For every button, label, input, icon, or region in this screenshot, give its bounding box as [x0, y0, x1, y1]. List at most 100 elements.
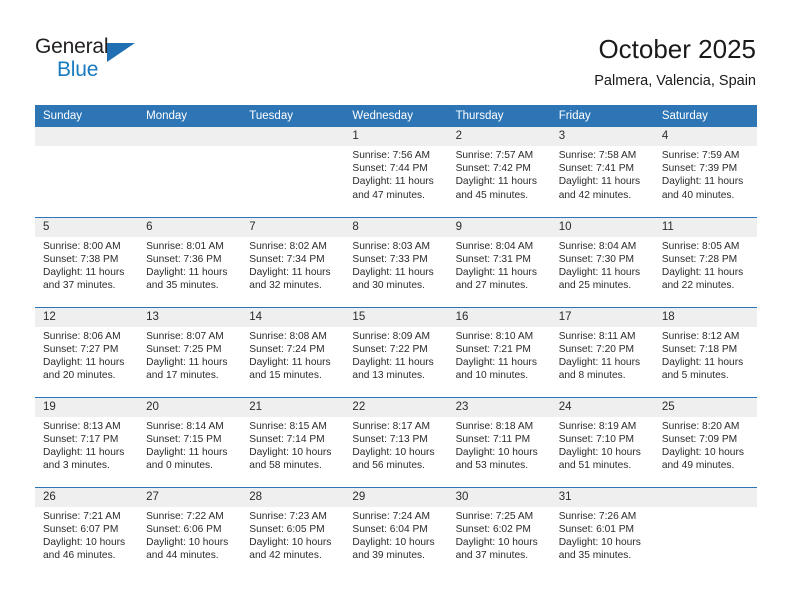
calendar-day-cell-empty [241, 127, 345, 217]
calendar-day-cell[interactable]: 29 Sunrise: 7:24 AM Sunset: 6:04 PM Dayligh… [344, 486, 448, 577]
calendar-day-cell[interactable]: 6 Sunrise: 8:01 AM Sunset: 7:36 PM Daylight… [138, 216, 242, 307]
sunset-text: Sunset: 7:22 PM [352, 343, 428, 355]
day-number: 10 [550, 217, 654, 237]
day-cell-content: 16 Sunrise: 8:10 AM Sunset: 7:21 PM Dayligh… [447, 307, 551, 397]
calendar-day-cell[interactable]: 4 Sunrise: 7:59 AM Sunset: 7:39 PM Daylight… [653, 127, 757, 217]
calendar-day-cell[interactable]: 17 Sunrise: 8:11 AM Sunset: 7:20 PM Dayligh… [550, 306, 654, 397]
weekday-header-row: Sunday Monday Tuesday Wednesday Thursday… [35, 105, 757, 127]
daylight-text-line1: Daylight: 11 hours [661, 176, 744, 188]
daylight-text-line2: and 58 minutes. [249, 460, 322, 472]
sunset-text: Sunset: 7:33 PM [352, 253, 428, 265]
day-number: 21 [241, 397, 345, 417]
calendar-day-cell[interactable]: 19 Sunrise: 8:13 AM Sunset: 7:17 PM Dayligh… [35, 396, 139, 487]
daylight-text-line1: Daylight: 11 hours [43, 446, 125, 458]
sunrise-text: Sunrise: 7:25 AM [455, 510, 534, 522]
day-number: 17 [550, 307, 654, 327]
calendar-day-cell[interactable]: 15 Sunrise: 8:09 AM Sunset: 7:22 PM Dayligh… [344, 306, 448, 397]
day-number: 16 [447, 307, 551, 327]
sunset-text: Sunset: 7:14 PM [249, 433, 325, 445]
day-cell-content: 21 Sunrise: 8:15 AM Sunset: 7:14 PM Dayligh… [241, 397, 345, 487]
brand-name-blue: Blue [57, 58, 99, 81]
calendar-day-cell[interactable]: 27 Sunrise: 7:22 AM Sunset: 6:06 PM Dayligh… [138, 486, 242, 577]
daylight-text-line2: and 37 minutes. [43, 280, 116, 292]
daylight-text-line1: Daylight: 10 hours [249, 446, 332, 458]
calendar-week-row: 26 Sunrise: 7:21 AM Sunset: 6:07 PM Dayligh… [35, 486, 757, 578]
daylight-text-line2: and 13 minutes. [352, 370, 425, 382]
day-number: 30 [447, 487, 551, 507]
sunrise-text: Sunrise: 8:12 AM [661, 330, 740, 342]
day-details: Sunrise: 7:25 AM Sunset: 6:02 PM Daylight:… [448, 507, 551, 563]
calendar-day-cell[interactable]: 21 Sunrise: 8:15 AM Sunset: 7:14 PM Dayligh… [241, 396, 345, 487]
day-number: 15 [344, 307, 448, 327]
sunset-text: Sunset: 7:21 PM [455, 343, 531, 355]
page-header: General Blue October 2025 Palmera, Valen… [0, 0, 792, 100]
sunrise-text: Sunrise: 8:11 AM [558, 330, 636, 342]
daylight-text-line1: Daylight: 11 hours [455, 266, 537, 278]
daylight-text-line1: Daylight: 11 hours [558, 266, 641, 278]
calendar-day-cell[interactable]: 23 Sunrise: 8:18 AM Sunset: 7:11 PM Dayligh… [447, 396, 551, 487]
sunset-text: Sunset: 7:38 PM [43, 253, 119, 265]
calendar-day-cell[interactable]: 10 Sunrise: 8:04 AM Sunset: 7:30 PM Dayligh… [550, 216, 654, 307]
sunrise-text: Sunrise: 8:15 AM [249, 420, 327, 432]
calendar-day-cell[interactable]: 24 Sunrise: 8:19 AM Sunset: 7:10 PM Dayligh… [550, 396, 654, 487]
sunrise-text: Sunrise: 8:14 AM [146, 420, 224, 432]
daylight-text-line2: and 47 minutes. [352, 189, 425, 201]
daylight-text-line1: Daylight: 10 hours [455, 446, 538, 458]
day-number: 22 [344, 397, 448, 417]
day-number: 14 [241, 307, 345, 327]
calendar-day-cell[interactable]: 3 Sunrise: 7:58 AM Sunset: 7:41 PM Daylight… [550, 127, 654, 217]
day-cell-content: 3 Sunrise: 7:58 AM Sunset: 7:41 PM Daylight… [550, 127, 654, 217]
calendar-day-cell[interactable]: 7 Sunrise: 8:02 AM Sunset: 7:34 PM Daylight… [241, 216, 345, 307]
calendar-day-cell[interactable]: 28 Sunrise: 7:23 AM Sunset: 6:05 PM Dayligh… [241, 486, 345, 577]
sunset-text: Sunset: 7:28 PM [661, 253, 738, 265]
calendar-day-cell[interactable]: 16 Sunrise: 8:10 AM Sunset: 7:21 PM Dayligh… [447, 306, 551, 397]
day-cell-content: 31 Sunrise: 7:26 AM Sunset: 6:01 PM Dayligh… [550, 487, 654, 578]
calendar-day-cell[interactable]: 14 Sunrise: 8:08 AM Sunset: 7:24 PM Dayligh… [241, 306, 345, 397]
day-details: Sunrise: 8:02 AM Sunset: 7:34 PM Daylight:… [241, 237, 344, 293]
daylight-text-line1: Daylight: 11 hours [558, 356, 641, 368]
calendar-day-cell[interactable]: 11 Sunrise: 8:05 AM Sunset: 7:28 PM Dayligh… [653, 216, 757, 307]
calendar-day-cell[interactable]: 18 Sunrise: 8:12 AM Sunset: 7:18 PM Dayligh… [653, 306, 757, 397]
daylight-text-line1: Daylight: 11 hours [455, 176, 537, 188]
day-details: Sunrise: 7:26 AM Sunset: 6:01 PM Daylight:… [551, 507, 654, 563]
daylight-text-line2: and 56 minutes. [352, 460, 425, 472]
sunset-text: Sunset: 7:17 PM [43, 433, 119, 445]
sunrise-text: Sunrise: 7:56 AM [352, 150, 431, 161]
daylight-text-line2: and 42 minutes. [558, 189, 632, 201]
daylight-text-line1: Daylight: 10 hours [455, 536, 538, 548]
calendar-day-cell[interactable]: 30 Sunrise: 7:25 AM Sunset: 6:02 PM Dayligh… [447, 486, 551, 577]
day-details: Sunrise: 7:24 AM Sunset: 6:04 PM Daylight:… [344, 507, 447, 563]
calendar-day-cell[interactable]: 20 Sunrise: 8:14 AM Sunset: 7:15 PM Dayligh… [138, 396, 242, 487]
calendar-day-cell[interactable]: 25 Sunrise: 8:20 AM Sunset: 7:09 PM Dayligh… [653, 396, 757, 487]
day-cell-content: 1 Sunrise: 7:56 AM Sunset: 7:44 PM Daylight… [344, 127, 448, 217]
calendar-day-cell[interactable]: 5 Sunrise: 8:00 AM Sunset: 7:38 PM Daylight… [35, 216, 139, 307]
calendar-day-cell[interactable]: 22 Sunrise: 8:17 AM Sunset: 7:13 PM Dayligh… [344, 396, 448, 487]
day-details: Sunrise: 8:14 AM Sunset: 7:15 PM Daylight:… [138, 417, 241, 473]
calendar-day-cell[interactable]: 9 Sunrise: 8:04 AM Sunset: 7:31 PM Daylight… [447, 216, 551, 307]
sunrise-text: Sunrise: 8:20 AM [661, 420, 740, 432]
calendar-day-cell[interactable]: 31 Sunrise: 7:26 AM Sunset: 6:01 PM Dayligh… [550, 486, 654, 578]
calendar-grid: Sunday Monday Tuesday Wednesday Thursday… [35, 105, 757, 577]
weekday-header-sunday: Sunday [35, 105, 139, 127]
day-number [35, 127, 139, 146]
day-number: 24 [550, 397, 654, 417]
sunrise-text: Sunrise: 8:05 AM [661, 240, 740, 252]
brand-logo[interactable]: General Blue [35, 36, 135, 81]
daylight-text-line2: and 20 minutes. [43, 370, 116, 382]
calendar-day-cell[interactable]: 13 Sunrise: 8:07 AM Sunset: 7:25 PM Dayligh… [138, 306, 242, 397]
calendar-day-cell[interactable]: 1 Sunrise: 7:56 AM Sunset: 7:44 PM Daylight… [344, 127, 448, 217]
day-details: Sunrise: 8:04 AM Sunset: 7:31 PM Daylight:… [448, 237, 551, 293]
sunrise-text: Sunrise: 7:58 AM [558, 150, 637, 161]
sunrise-text: Sunrise: 7:26 AM [558, 510, 637, 522]
day-details: Sunrise: 8:11 AM Sunset: 7:20 PM Daylight:… [551, 327, 654, 383]
daylight-text-line1: Daylight: 11 hours [249, 266, 331, 278]
sunrise-text: Sunrise: 7:23 AM [249, 510, 327, 522]
sunrise-text: Sunrise: 7:24 AM [352, 510, 431, 522]
daylight-text-line2: and 37 minutes. [455, 550, 529, 562]
calendar-day-cell[interactable]: 26 Sunrise: 7:21 AM Sunset: 6:07 PM Dayligh… [35, 486, 139, 577]
day-number: 2 [447, 127, 551, 146]
calendar-day-cell[interactable]: 8 Sunrise: 8:03 AM Sunset: 7:33 PM Daylight… [344, 216, 448, 307]
day-number: 26 [35, 487, 139, 507]
calendar-day-cell[interactable]: 12 Sunrise: 8:06 AM Sunset: 7:27 PM Dayligh… [35, 306, 139, 397]
calendar-day-cell[interactable]: 2 Sunrise: 7:57 AM Sunset: 7:42 PM Daylight… [447, 127, 551, 217]
